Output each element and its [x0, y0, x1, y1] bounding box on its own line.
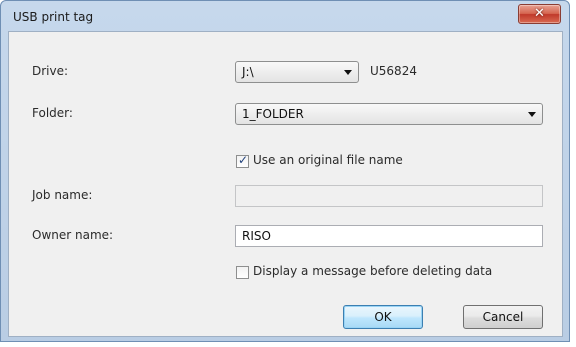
drive-label: Drive:	[32, 64, 69, 78]
checkmark-icon: ✓	[238, 153, 249, 167]
drive-select[interactable]: J:\	[235, 61, 359, 83]
use-original-file-name-checkbox[interactable]: ✓	[236, 153, 249, 168]
close-icon: ✕	[534, 6, 545, 21]
drive-volume-label: U56824	[370, 64, 417, 78]
cancel-button[interactable]: Cancel	[463, 305, 543, 329]
owner-name-value: RISO	[242, 229, 271, 243]
job-name-label: Job name:	[32, 188, 93, 202]
job-name-field[interactable]	[235, 185, 543, 207]
use-original-file-name-label[interactable]: Use an original file name	[253, 153, 403, 167]
folder-select[interactable]: 1_FOLDER	[235, 103, 543, 125]
ok-button[interactable]: OK	[343, 305, 423, 329]
display-message-label[interactable]: Display a message before deleting data	[253, 264, 492, 278]
chevron-down-icon	[344, 70, 352, 75]
display-message-checkbox[interactable]	[236, 266, 249, 279]
owner-name-label: Owner name:	[32, 228, 114, 242]
folder-select-value: 1_FOLDER	[242, 107, 304, 121]
dialog-body: Drive: J:\ U56824 Folder: 1_FOLDER ✓ Use…	[8, 31, 563, 337]
dialog-window: USB print tag ✕ Drive: J:\ U56824 Folder…	[0, 0, 570, 342]
folder-label: Folder:	[32, 106, 73, 120]
drive-select-value: J:\	[242, 65, 254, 79]
owner-name-field[interactable]: RISO	[235, 225, 543, 247]
close-button[interactable]: ✕	[518, 4, 561, 24]
window-title: USB print tag	[13, 10, 94, 24]
chevron-down-icon	[528, 112, 536, 117]
